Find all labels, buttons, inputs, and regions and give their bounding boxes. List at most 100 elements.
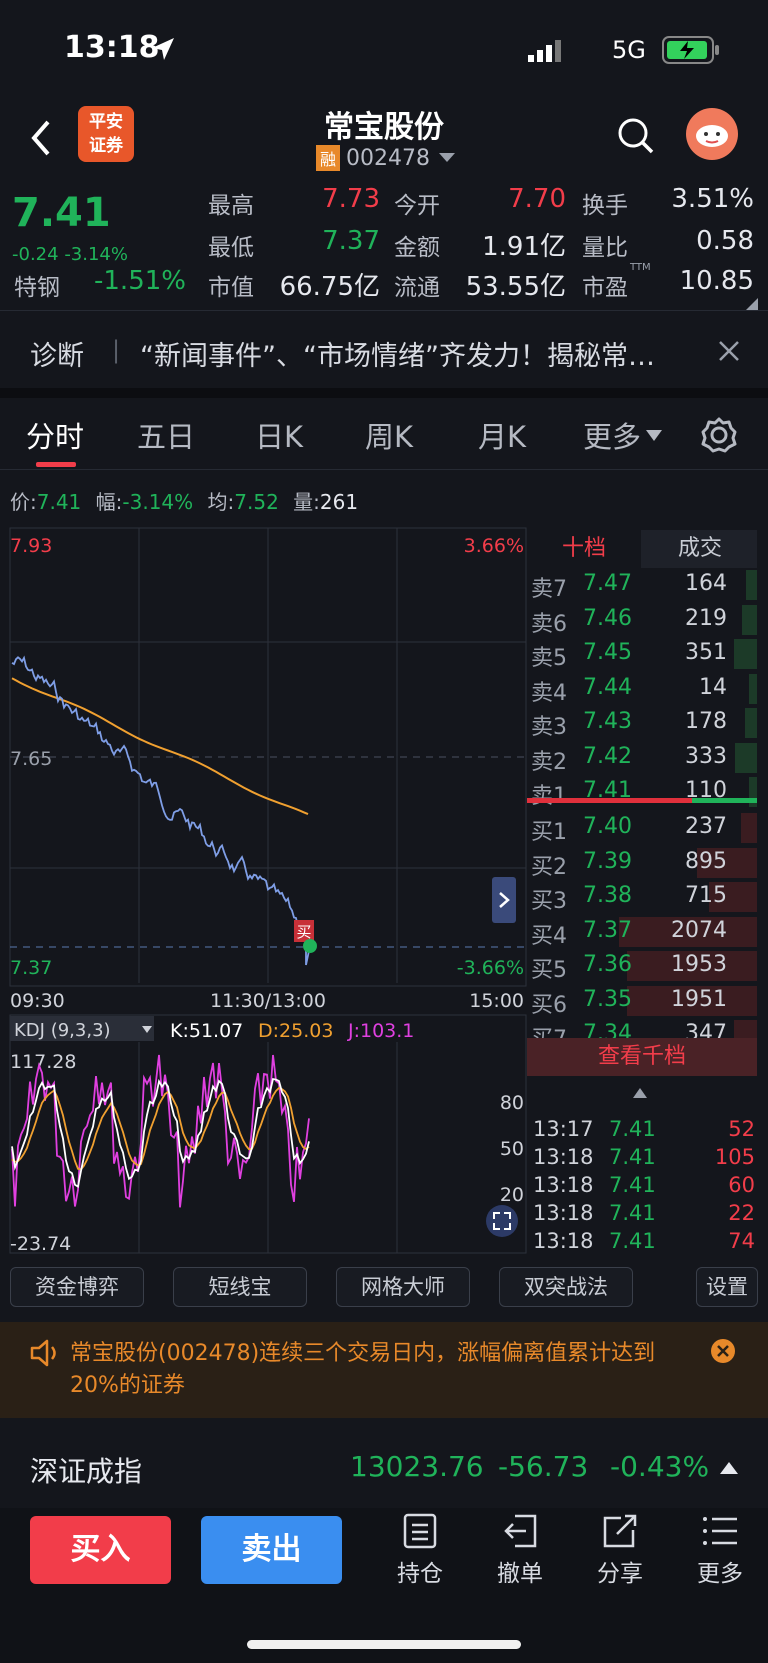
tab-week-k[interactable]: 周K bbox=[365, 414, 413, 456]
tab-orderbook[interactable]: 十档 bbox=[527, 530, 641, 568]
avatar[interactable] bbox=[686, 108, 738, 160]
positions-button[interactable]: 持仓 bbox=[390, 1512, 450, 1588]
ask-row[interactable]: 卖2 7.42 333 bbox=[527, 741, 757, 775]
share-button[interactable]: 分享 bbox=[590, 1512, 650, 1588]
tab-five-day[interactable]: 五日 bbox=[137, 414, 195, 456]
bid-row[interactable]: 买2 7.39 895 bbox=[527, 846, 757, 880]
tool-double-breakout[interactable]: 双突战法 bbox=[499, 1267, 633, 1307]
book-price: 7.35 bbox=[583, 986, 632, 1012]
risk-notice[interactable]: 常宝股份(002478)连续三个交易日内，涨幅偏离值累计达到20%的证券 bbox=[0, 1322, 768, 1418]
bid-row[interactable]: 买5 7.36 1953 bbox=[527, 949, 757, 983]
trade-volume: 52 bbox=[728, 1117, 755, 1141]
trade-time: 13:18 bbox=[533, 1173, 594, 1197]
tab-more[interactable]: 更多 bbox=[583, 414, 641, 456]
battery-icon bbox=[662, 36, 719, 64]
change-pct: -3.14% bbox=[64, 244, 128, 265]
turnover-label: 换手 bbox=[582, 193, 628, 219]
gear-icon[interactable] bbox=[700, 416, 738, 454]
ask-row[interactable]: 卖5 7.45 351 bbox=[527, 637, 757, 671]
high-label: 最高 bbox=[208, 193, 254, 219]
tab-day-k[interactable]: 日K bbox=[255, 414, 303, 456]
buy-marker-label: 买 bbox=[296, 923, 311, 941]
trade-time: 13:17 bbox=[533, 1117, 594, 1141]
mktcap-label: 市值 bbox=[208, 275, 254, 301]
ask-row[interactable]: 卖3 7.43 178 bbox=[527, 706, 757, 740]
tab-month-k[interactable]: 月K bbox=[478, 414, 526, 456]
tab-trades[interactable]: 成交 bbox=[643, 530, 757, 568]
index-name: 深证成指 bbox=[30, 1455, 143, 1488]
chevron-up-icon[interactable] bbox=[633, 1088, 647, 1098]
book-volume: 164 bbox=[685, 571, 727, 596]
book-level-label: 卖4 bbox=[531, 680, 567, 706]
book-level-label: 卖2 bbox=[531, 749, 567, 775]
bid-row[interactable]: 买6 7.35 1951 bbox=[527, 984, 757, 1018]
kdj-level80-label: 80 bbox=[500, 1092, 524, 1114]
pct-high-label: 3.66% bbox=[464, 535, 524, 557]
stock-code-selector[interactable]: 融 002478 bbox=[316, 144, 456, 172]
cancel-order-button[interactable]: 撤单 bbox=[490, 1512, 550, 1588]
book-level-label: 买5 bbox=[531, 958, 567, 983]
more-button[interactable]: 更多 bbox=[690, 1512, 750, 1588]
book-level-label: 买1 bbox=[531, 820, 567, 845]
change-value: -0.24 bbox=[12, 244, 59, 265]
view-all-levels-button[interactable]: 查看千档 bbox=[527, 1038, 757, 1076]
volume-bar bbox=[734, 742, 757, 773]
book-price: 7.45 bbox=[583, 640, 632, 665]
chevron-down-icon bbox=[646, 430, 662, 441]
kdj-title: KDJ (9,3,3) bbox=[14, 1020, 111, 1041]
chart-tabs: 分时 五日 日K 周K 月K 更多 bbox=[0, 400, 768, 470]
section-divider bbox=[0, 388, 768, 398]
ask-row[interactable]: 卖4 7.44 14 bbox=[527, 672, 757, 706]
fullscreen-button[interactable] bbox=[486, 1205, 518, 1237]
trade-row: 13:18 7.41 105 bbox=[533, 1145, 755, 1173]
intraday-chart[interactable]: 买 7.93 7.65 7.37 3.66% -3.66% 09:30 11:3… bbox=[0, 525, 530, 1260]
divider: | bbox=[112, 336, 121, 364]
close-icon[interactable] bbox=[710, 1338, 736, 1364]
tool-grid-master[interactable]: 网格大师 bbox=[336, 1267, 470, 1307]
trade-time: 13:18 bbox=[533, 1201, 594, 1225]
bid-row[interactable]: 买1 7.40 237 bbox=[527, 811, 757, 845]
search-icon[interactable] bbox=[616, 116, 656, 156]
trade-price: 7.41 bbox=[609, 1173, 656, 1197]
trade-volume: 105 bbox=[714, 1145, 755, 1169]
ask-row[interactable]: 卖7 7.47 164 bbox=[527, 568, 757, 602]
close-icon[interactable] bbox=[718, 340, 740, 362]
tab-intraday[interactable]: 分时 bbox=[26, 414, 84, 456]
chart-infobar: 价:7.41 幅:-3.14% 均:7.52 量:261 bbox=[10, 486, 358, 515]
book-price: 7.36 bbox=[583, 952, 632, 977]
trade-volume: 22 bbox=[728, 1201, 755, 1225]
book-volume: 2074 bbox=[671, 917, 727, 943]
kdj-level50-label: 50 bbox=[500, 1138, 524, 1160]
volume-bar bbox=[733, 639, 757, 669]
diagnosis-bar[interactable]: 诊断 | “新闻事件”、“市场情绪”齐发力！揭秘常… bbox=[0, 310, 768, 388]
diagnosis-text[interactable]: “新闻事件”、“市场情绪”齐发力！揭秘常… bbox=[140, 334, 700, 373]
index-pct: -0.43% bbox=[610, 1450, 710, 1483]
trade-price: 7.41 bbox=[609, 1229, 656, 1253]
book-volume: 14 bbox=[699, 674, 727, 700]
ask-row[interactable]: 卖1 7.41 110 bbox=[527, 775, 757, 809]
index-ticker[interactable]: 深证成指 13023.76 -56.73 -0.43% bbox=[0, 1436, 768, 1498]
tool-fund-game[interactable]: 资金博弈 bbox=[10, 1267, 144, 1307]
pe-label: 市盈 bbox=[582, 275, 628, 301]
sell-button[interactable]: 卖出 bbox=[201, 1516, 342, 1584]
tool-short-term[interactable]: 短线宝 bbox=[173, 1267, 307, 1307]
buy-button[interactable]: 买入 bbox=[30, 1516, 171, 1584]
ask-row[interactable]: 卖6 7.46 219 bbox=[527, 603, 757, 637]
expand-panel-button[interactable] bbox=[492, 877, 516, 923]
bid-row[interactable]: 买4 7.37 2074 bbox=[527, 915, 757, 949]
orderbook-tabs: 十档 成交 bbox=[527, 530, 757, 568]
document-icon bbox=[403, 1513, 437, 1549]
trade-row: 13:18 7.41 22 bbox=[533, 1201, 755, 1229]
bid-row[interactable]: 买3 7.38 715 bbox=[527, 880, 757, 914]
book-price: 7.37 bbox=[583, 917, 632, 943]
book-level-label: 买4 bbox=[531, 923, 567, 949]
book-price: 7.42 bbox=[583, 743, 632, 769]
trade-volume: 74 bbox=[728, 1229, 755, 1253]
speaker-icon bbox=[30, 1339, 56, 1367]
book-level-label: 卖6 bbox=[531, 611, 567, 637]
tool-settings[interactable]: 设置 bbox=[696, 1267, 758, 1307]
book-volume: 333 bbox=[685, 743, 727, 769]
time-start-label: 09:30 bbox=[10, 990, 65, 1012]
chevron-up-icon[interactable] bbox=[720, 1462, 738, 1474]
trade-row: 13:18 7.41 60 bbox=[533, 1173, 755, 1201]
